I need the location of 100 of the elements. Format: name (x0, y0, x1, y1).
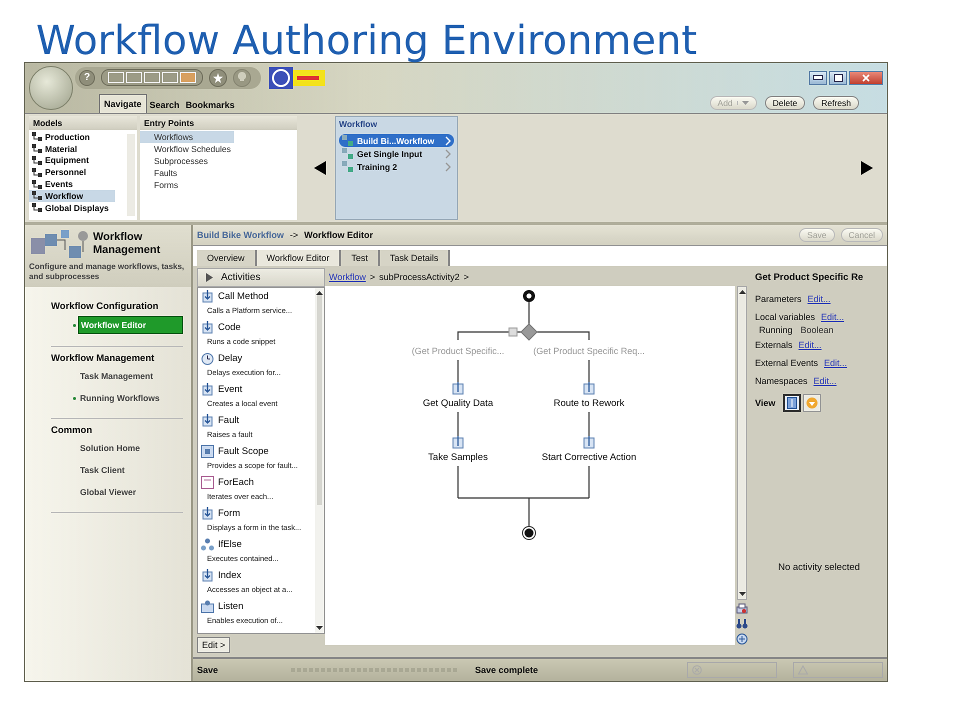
scroll-down-icon[interactable] (738, 592, 746, 596)
slide-title: Workflow Authoring Environment (35, 17, 698, 62)
model-item[interactable]: Personnel (29, 166, 115, 178)
branch-condition: (Get Product Specific Req... (533, 346, 645, 356)
edit-link[interactable]: Edit... (808, 294, 831, 304)
model-icon (32, 132, 42, 142)
model-item[interactable]: Workflow (29, 190, 115, 202)
section-heading: Workflow Configuration (51, 301, 160, 312)
property-label: External Events (755, 358, 818, 368)
sidebar-link[interactable]: Task Management (78, 368, 183, 384)
scrollbar[interactable] (127, 134, 135, 216)
property-label: Local variables (755, 312, 816, 322)
entry-point-item[interactable]: Workflow Schedules (140, 143, 235, 155)
workflow-icon (342, 148, 354, 159)
path-link[interactable]: Workflow (329, 272, 366, 282)
model-item[interactable]: Global Displays (29, 202, 115, 214)
property-label: Parameters (755, 294, 802, 304)
editor-tab[interactable]: Test (341, 250, 380, 266)
model-icon (32, 168, 42, 177)
model-icon (32, 156, 42, 165)
sidebar-link[interactable]: Running Workflows (78, 390, 183, 406)
nav-tab[interactable]: Bookmarks (182, 97, 238, 113)
scroll-up-icon[interactable] (316, 291, 323, 295)
breadcrumb-link[interactable]: Build Bike Workflow (197, 230, 284, 240)
action-button[interactable]: Delete (764, 96, 806, 110)
edit-link[interactable]: Edit... (814, 376, 837, 386)
panel-header: Models (29, 116, 137, 130)
branch-icon (201, 538, 214, 551)
edit-link[interactable]: Edit... (824, 358, 848, 368)
workflow-item[interactable]: Get Single Input (339, 147, 454, 160)
entry-point-item[interactable]: Faults (140, 167, 234, 179)
editor-tab[interactable]: Overview (197, 250, 257, 266)
variable-type: Boolean (800, 325, 834, 335)
star-button[interactable] (209, 68, 227, 86)
path-separator: > (464, 272, 469, 282)
model-item[interactable]: Material (29, 142, 115, 155)
maximize-button[interactable] (829, 70, 847, 84)
listen-icon (201, 600, 214, 613)
property-label: View (755, 398, 776, 408)
status-action: Save (197, 665, 220, 675)
model-item[interactable]: Production (29, 131, 115, 143)
print-icon[interactable] (736, 603, 748, 615)
activity-icon (201, 290, 214, 303)
sidebar-link[interactable]: Global Viewer (78, 484, 183, 500)
close-button[interactable] (849, 70, 883, 84)
action-button[interactable]: Refresh (813, 96, 859, 110)
activity-icon (201, 414, 214, 427)
nav-tab[interactable]: Navigate (99, 94, 147, 113)
sidebar-link[interactable]: Solution Home (78, 440, 183, 456)
nav-tab[interactable]: Search (146, 97, 183, 113)
sidebar-link[interactable]: Workflow Editor (78, 316, 183, 334)
path-current: subProcessActivity2 (379, 272, 460, 282)
zoom-icon[interactable] (736, 633, 748, 645)
entry-point-item[interactable]: Workflows (140, 131, 234, 143)
editor-tab[interactable]: Task Details (380, 250, 450, 266)
layout-buttons[interactable] (101, 69, 203, 86)
property-label: Namespaces (755, 376, 808, 386)
scrollbar[interactable] (737, 286, 747, 600)
view-mode-button[interactable] (783, 394, 802, 412)
model-item[interactable]: Events (29, 178, 115, 190)
activity-label[interactable]: Get Quality Data (422, 398, 494, 409)
orb-button[interactable] (29, 66, 73, 110)
scope-icon (201, 445, 214, 458)
minimize-button[interactable] (809, 70, 827, 84)
workflow-item[interactable]: Build Bi...Workflow (339, 134, 454, 147)
state-view-icon (806, 397, 818, 409)
workflow-item[interactable]: Training 2 (339, 160, 454, 173)
logo-icon (269, 66, 325, 88)
sidebar-description: Configure and manage workflows, tasks, and subprocesses (29, 262, 186, 282)
edit-link[interactable]: Edit... (821, 312, 844, 322)
loop-icon (201, 476, 214, 489)
activities-header[interactable]: Activities (197, 268, 325, 287)
scroll-right-icon[interactable] (861, 161, 873, 175)
sidebar-link[interactable]: Task Client (78, 462, 183, 478)
panel-header: Workflow (338, 118, 378, 131)
breadcrumb-current: Workflow Editor (304, 230, 373, 240)
scroll-thumb[interactable] (317, 295, 322, 505)
edit-link[interactable]: Edit... (798, 340, 822, 350)
section-heading: Common (51, 425, 94, 436)
variable-name: Running (759, 325, 793, 335)
branch-condition: (Get Product Specific... (412, 346, 504, 356)
editor-tab[interactable]: Workflow Editor (256, 250, 342, 266)
path-separator: > (370, 272, 376, 282)
model-icon (32, 144, 42, 154)
entry-point-item[interactable]: Subprocesses (140, 155, 234, 167)
activity-label[interactable]: Start Corrective Action (542, 452, 636, 463)
scrollbar[interactable] (315, 288, 324, 633)
scroll-down-icon[interactable] (316, 626, 323, 630)
section-heading: Workflow Management (51, 353, 156, 364)
activity-label[interactable]: Take Samples (428, 452, 488, 463)
property-label: Externals (755, 340, 793, 350)
edit-button[interactable]: Edit > (197, 637, 230, 653)
model-item[interactable]: Equipment (29, 154, 115, 166)
breadcrumb-separator: -> (290, 230, 298, 240)
activity-label[interactable]: Route to Rework (554, 398, 624, 409)
scroll-left-icon[interactable] (314, 161, 326, 175)
caret-icon (742, 100, 749, 104)
scroll-up-icon[interactable] (738, 290, 746, 294)
empty-message: No activity selected (777, 562, 861, 573)
entry-point-item[interactable]: Forms (140, 179, 234, 191)
